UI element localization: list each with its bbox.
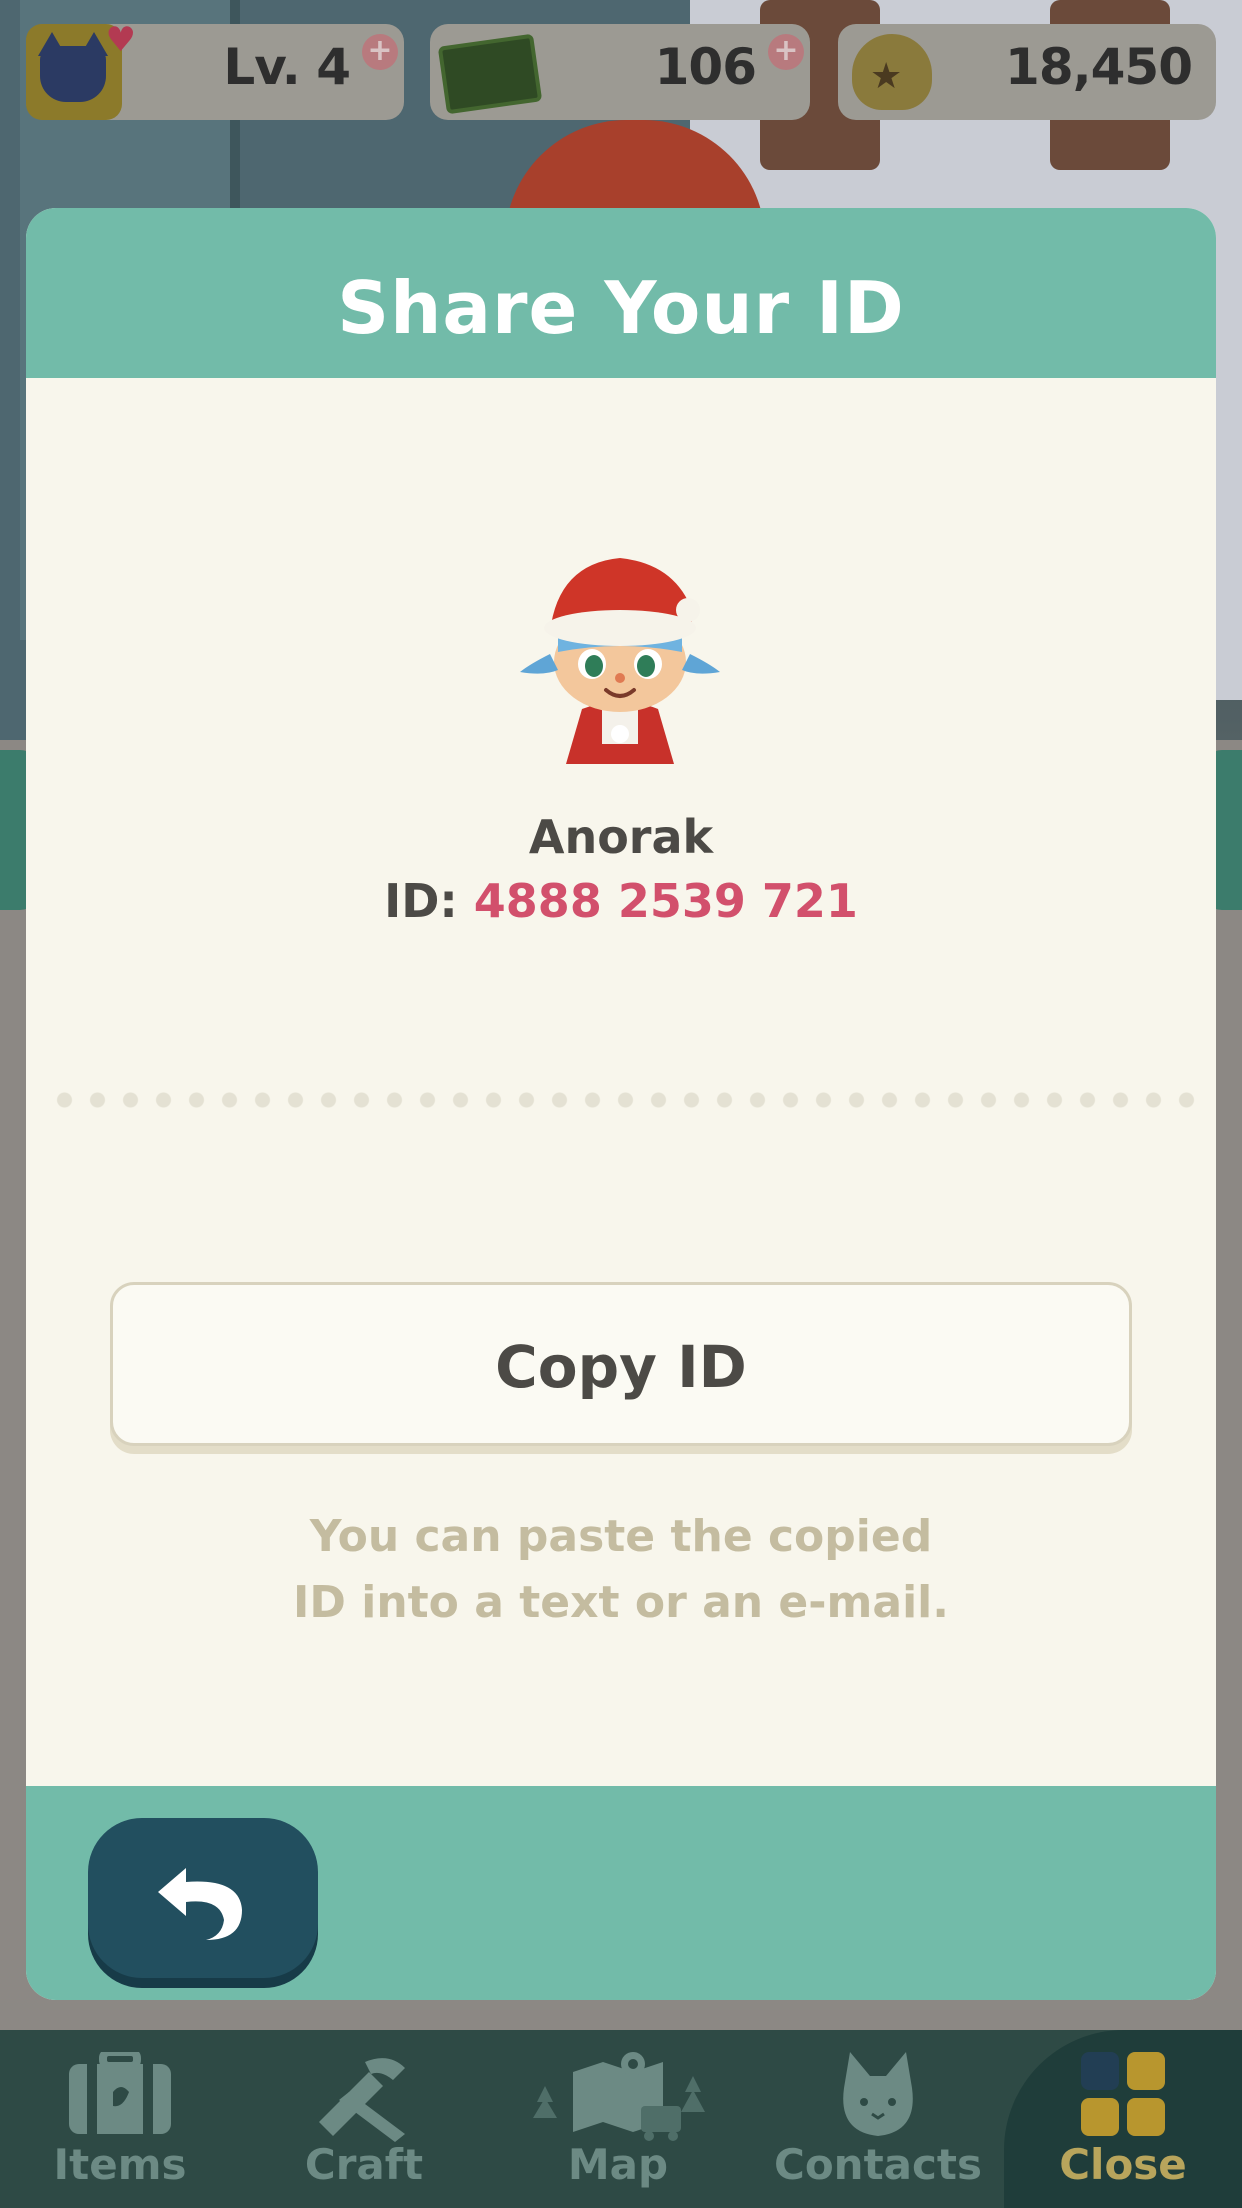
nav-contacts-label: Contacts bbox=[774, 2140, 982, 2189]
hint-line-2: ID into a text or an e-mail. bbox=[293, 1577, 949, 1628]
back-arrow-icon bbox=[158, 1868, 242, 1940]
player-id-line: ID: 4888 2539 721 bbox=[26, 874, 1216, 928]
bells-counter[interactable]: 18,450 bbox=[838, 24, 1216, 120]
back-button[interactable] bbox=[88, 1818, 318, 1978]
nav-items-label: Items bbox=[53, 2140, 187, 2189]
level-indicator[interactable]: ♥ Lv. 4 + bbox=[26, 20, 404, 120]
player-cat-icon: ♥ bbox=[26, 20, 136, 120]
nav-map-label: Map bbox=[567, 2140, 669, 2189]
hint-line-1: You can paste the copied bbox=[309, 1511, 933, 1562]
level-plus-icon[interactable]: + bbox=[362, 34, 398, 70]
nav-craft[interactable]: Craft bbox=[244, 2030, 484, 2208]
heart-icon: ♥ bbox=[105, 20, 136, 60]
nav-close-label: Close bbox=[1059, 2140, 1187, 2189]
leaf-ticket-icon bbox=[437, 33, 543, 115]
cat-face-icon bbox=[843, 2052, 913, 2136]
nav-contacts[interactable]: Contacts bbox=[758, 2030, 998, 2208]
dialog-header: Share Your ID bbox=[26, 208, 1216, 378]
ticket-plus-icon[interactable]: + bbox=[768, 34, 804, 70]
dialog-title: Share Your ID bbox=[337, 266, 905, 350]
nav-items[interactable]: Items bbox=[0, 2030, 240, 2208]
copy-id-label: Copy ID bbox=[495, 1333, 747, 1401]
bottom-nav: Items Craft Map Contacts Close bbox=[0, 2030, 1242, 2208]
leaf-ticket-counter[interactable]: 106 + bbox=[430, 24, 810, 120]
suitcase-icon bbox=[69, 2052, 171, 2134]
copy-hint-text: You can paste the copied ID into a text … bbox=[26, 1504, 1216, 1636]
nav-close[interactable]: Close bbox=[1004, 2030, 1242, 2208]
player-avatar bbox=[520, 558, 720, 764]
craft-tools-icon bbox=[319, 2058, 405, 2142]
id-prefix: ID: bbox=[384, 874, 458, 928]
grid-icon bbox=[1081, 2052, 1165, 2136]
nav-craft-label: Craft bbox=[304, 2140, 424, 2189]
map-icon bbox=[533, 2052, 705, 2141]
copy-id-button[interactable]: Copy ID bbox=[110, 1282, 1132, 1446]
bell-bag-icon bbox=[852, 34, 932, 110]
player-name: Anorak bbox=[528, 810, 714, 864]
ticket-count: 106 bbox=[654, 38, 757, 96]
bells-count: 18,450 bbox=[1005, 38, 1193, 96]
nav-map[interactable]: Map bbox=[498, 2030, 738, 2208]
share-id-dialog: Share Your ID Anorak ID: 4888 2539 721 C… bbox=[26, 208, 1216, 2000]
level-label: Lv. 4 bbox=[223, 38, 351, 96]
dotted-divider bbox=[48, 1092, 1198, 1108]
player-id-number: 4888 2539 721 bbox=[473, 874, 858, 928]
